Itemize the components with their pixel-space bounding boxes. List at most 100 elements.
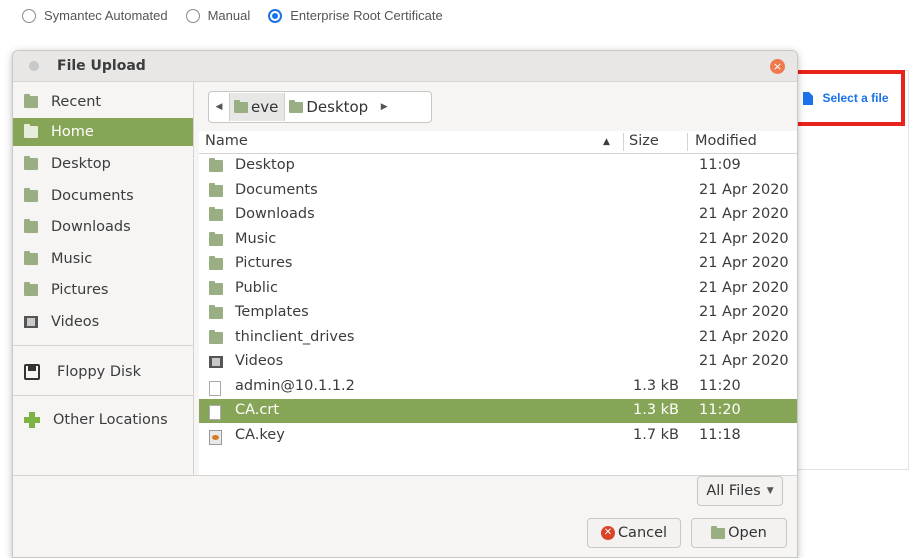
breadcrumb-eve[interactable]: eve	[229, 93, 286, 121]
select-file-label: Select a file	[822, 91, 889, 105]
file-filter-label: All Files	[706, 483, 761, 499]
breadcrumb-label: eve	[251, 98, 279, 116]
background-panel	[790, 70, 909, 470]
folder-icon	[209, 207, 223, 221]
folder-icon	[209, 305, 223, 319]
forward-arrow-icon[interactable]: ▶	[374, 102, 394, 112]
dialog-footer: All Files ▼ ✕ Cancel Open	[13, 475, 797, 557]
radio-symantec-automated[interactable]: Symantec Automated	[22, 8, 168, 23]
file-name: admin@10.1.1.2	[235, 378, 355, 394]
sidebar-item-label: Pictures	[51, 282, 109, 298]
file-row[interactable]: Templates 21 Apr 2020	[199, 301, 797, 325]
file-row[interactable]: thinclient_drives 21 Apr 2020	[199, 326, 797, 350]
file-list: Name ▲ Size Modified Desktop 11:09 Documen…	[199, 131, 797, 475]
file-row[interactable]: Desktop 11:09	[199, 154, 797, 178]
column-header-modified[interactable]: Modified	[695, 133, 757, 149]
file-modified: 21 Apr 2020	[699, 280, 789, 296]
sidebar-item-desktop[interactable]: Desktop	[13, 150, 193, 178]
breadcrumb-label: Desktop	[306, 98, 369, 116]
sidebar-item-recent[interactable]: Recent	[13, 88, 193, 116]
file-name: CA.crt	[235, 402, 280, 418]
sidebar-item-label: Documents	[51, 188, 134, 204]
open-button[interactable]: Open	[691, 518, 787, 548]
radio-label: Enterprise Root Certificate	[290, 8, 443, 23]
videos-folder-icon	[24, 316, 38, 328]
sidebar-item-documents[interactable]: Documents	[13, 182, 193, 210]
column-divider	[687, 133, 688, 151]
file-row[interactable]: Documents 21 Apr 2020	[199, 179, 797, 203]
documents-folder-icon	[24, 188, 38, 202]
home-folder-icon	[24, 124, 38, 138]
sort-ascending-icon: ▲	[603, 137, 610, 147]
column-header-name[interactable]: Name	[205, 133, 248, 149]
column-header-size[interactable]: Size	[629, 133, 659, 149]
file-row[interactable]: Public 21 Apr 2020	[199, 277, 797, 301]
file-name: CA.key	[235, 427, 285, 443]
select-file-button[interactable]: Select a file	[787, 70, 905, 126]
path-bar: ◀ eve Desktop ▶	[208, 91, 432, 123]
sidebar-item-other-locations[interactable]: Other Locations	[13, 404, 193, 436]
file-row[interactable]: Music 21 Apr 2020	[199, 228, 797, 252]
column-divider	[623, 133, 624, 151]
sidebar-item-home[interactable]: Home	[13, 118, 193, 146]
window-icon	[29, 61, 39, 71]
file-row[interactable]: Videos 21 Apr 2020	[199, 350, 797, 374]
file-modified: 21 Apr 2020	[699, 304, 789, 320]
file-size: 1.3 kB	[632, 402, 679, 418]
cancel-button[interactable]: ✕ Cancel	[587, 518, 681, 548]
sidebar-item-downloads[interactable]: Downloads	[13, 213, 193, 241]
file-row[interactable]: admin@10.1.1.2 1.3 kB 11:20	[199, 375, 797, 399]
desktop-folder-icon	[24, 156, 38, 170]
sidebar-item-label: Other Locations	[53, 412, 168, 428]
recent-icon	[24, 94, 38, 108]
file-row[interactable]: CA.crt 1.3 kB 11:20	[199, 399, 797, 423]
folder-icon	[209, 158, 223, 172]
sidebar-item-videos[interactable]: Videos	[13, 308, 193, 336]
certificate-type-radio-group: Symantec Automated Manual Enterprise Roo…	[22, 8, 461, 23]
radio-indicator	[22, 8, 36, 23]
home-folder-icon	[234, 99, 248, 113]
floppy-disk-icon	[24, 364, 40, 380]
radio-indicator-selected	[268, 8, 283, 23]
file-modified: 11:18	[699, 427, 741, 443]
radio-label: Manual	[207, 8, 251, 23]
folder-icon	[209, 281, 223, 295]
file-row[interactable]: Pictures 21 Apr 2020	[199, 252, 797, 276]
desktop-folder-icon	[289, 99, 304, 113]
file-size: 1.3 kB	[632, 378, 679, 394]
file-name: Public	[235, 280, 278, 296]
file-modified: 11:20	[699, 402, 741, 418]
file-row[interactable]: CA.key 1.7 kB 11:18	[199, 424, 797, 448]
file-name: thinclient_drives	[235, 329, 355, 345]
file-row[interactable]: Downloads 21 Apr 2020	[199, 203, 797, 227]
chevron-down-icon: ▼	[766, 486, 774, 496]
sidebar-item-music[interactable]: Music	[13, 245, 193, 273]
file-modified: 21 Apr 2020	[699, 182, 789, 198]
file-filter-dropdown[interactable]: All Files ▼	[697, 476, 783, 506]
radio-manual[interactable]: Manual	[185, 8, 251, 23]
file-icon	[209, 405, 221, 420]
sidebar-item-floppy-disk[interactable]: Floppy Disk	[13, 356, 193, 388]
open-folder-icon	[711, 525, 726, 539]
file-name: Pictures	[235, 255, 293, 271]
sidebar-item-label: Floppy Disk	[57, 364, 141, 380]
file-name: Templates	[235, 304, 309, 320]
file-modified: 21 Apr 2020	[699, 206, 789, 222]
folder-icon	[209, 330, 223, 344]
sidebar-item-label: Recent	[51, 94, 102, 110]
videos-folder-icon	[209, 356, 223, 368]
file-icon	[209, 381, 221, 396]
close-icon[interactable]: ×	[770, 59, 785, 74]
sidebar-item-label: Music	[51, 251, 93, 267]
sidebar-item-label: Desktop	[51, 156, 111, 172]
radio-enterprise-root-certificate[interactable]: Enterprise Root Certificate	[268, 8, 443, 23]
pictures-folder-icon	[24, 282, 38, 296]
sidebar-item-label: Downloads	[51, 219, 131, 235]
cancel-icon: ✕	[600, 526, 615, 540]
breadcrumb-desktop[interactable]: Desktop	[285, 93, 374, 121]
file-list-header: Name ▲ Size Modified	[199, 131, 797, 154]
back-arrow-icon[interactable]: ◀	[209, 102, 229, 112]
document-icon	[803, 91, 814, 105]
file-modified: 21 Apr 2020	[699, 255, 789, 271]
sidebar-item-pictures[interactable]: Pictures	[13, 276, 193, 304]
